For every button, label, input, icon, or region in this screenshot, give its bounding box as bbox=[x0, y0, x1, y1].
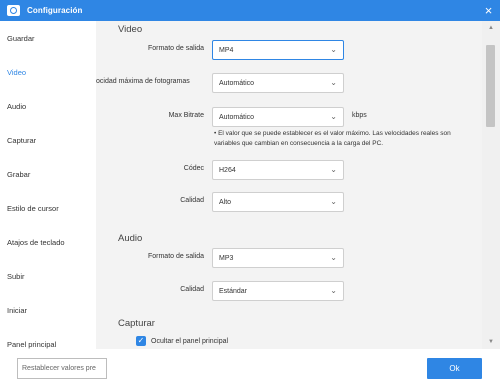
sidebar-item-video[interactable]: Video bbox=[0, 55, 96, 89]
audio-quality-select[interactable]: Estándar ⌄ bbox=[212, 281, 344, 301]
sidebar-item-panel-principal[interactable]: Panel principal bbox=[0, 327, 96, 349]
chevron-down-icon: ⌄ bbox=[330, 112, 337, 121]
video-bitrate-value: Automático bbox=[219, 113, 255, 121]
video-codec-select[interactable]: H264 ⌄ bbox=[212, 160, 344, 180]
scroll-up-arrow-icon[interactable]: ▲ bbox=[482, 21, 500, 35]
sidebar-item-atajos-teclado[interactable]: Atajos de teclado bbox=[0, 225, 96, 259]
audio-format-select[interactable]: MP3 ⌄ bbox=[212, 248, 344, 268]
video-format-value: MP4 bbox=[219, 46, 234, 54]
sidebar-item-capturar[interactable]: Capturar bbox=[0, 123, 96, 157]
chevron-down-icon: ⌄ bbox=[330, 286, 337, 295]
audio-quality-label: Calidad bbox=[180, 286, 204, 293]
video-quality-label: Calidad bbox=[180, 197, 204, 204]
chevron-down-icon: ⌄ bbox=[330, 165, 337, 174]
capture-section-title: Capturar bbox=[118, 318, 155, 329]
video-quality-value: Alto bbox=[219, 198, 232, 206]
video-fps-value: Automático bbox=[219, 79, 255, 87]
reset-defaults-button[interactable]: Restablecer valores pre bbox=[17, 358, 107, 379]
video-section-title: Video bbox=[118, 24, 143, 35]
window-title: Configuración bbox=[27, 6, 83, 15]
video-format-label: Formato de salida bbox=[147, 45, 204, 52]
video-codec-label: Códec bbox=[183, 165, 204, 172]
video-quality-select[interactable]: Alto ⌄ bbox=[212, 192, 344, 212]
video-fps-select[interactable]: Automático ⌄ bbox=[212, 73, 344, 93]
chevron-down-icon: ⌄ bbox=[330, 253, 337, 262]
dialog-footer: Restablecer valores pre Ok bbox=[0, 349, 500, 391]
audio-format-label: Formato de salida bbox=[147, 253, 204, 260]
sidebar-item-audio[interactable]: Audio bbox=[0, 89, 96, 123]
video-fps-label: ocidad máxima de fotogramas bbox=[96, 78, 190, 85]
close-button[interactable]: × bbox=[481, 3, 496, 18]
bitrate-note: • El valor que se puede establecer es el… bbox=[214, 130, 451, 147]
sidebar-item-grabar[interactable]: Grabar bbox=[0, 157, 96, 191]
camera-icon bbox=[7, 5, 20, 16]
settings-content: Video Formato de salida MP4 ⌄ ocidad máx… bbox=[96, 21, 482, 349]
hide-panel-checkbox-row[interactable]: ✓ Ocultar el panel principal bbox=[136, 336, 228, 346]
sidebar-item-subir[interactable]: Subir bbox=[0, 259, 96, 293]
ok-button[interactable]: Ok bbox=[427, 358, 482, 379]
video-format-select[interactable]: MP4 ⌄ bbox=[212, 40, 344, 60]
video-codec-value: H264 bbox=[219, 166, 236, 174]
scroll-thumb[interactable] bbox=[486, 45, 495, 127]
audio-section-title: Audio bbox=[118, 233, 143, 244]
hide-panel-label: Ocultar el panel principal bbox=[151, 337, 229, 345]
content-scrollbar[interactable]: ▲ ▼ bbox=[482, 21, 500, 349]
checkmark-icon[interactable]: ✓ bbox=[136, 336, 146, 346]
scroll-down-arrow-icon[interactable]: ▼ bbox=[482, 335, 500, 349]
settings-sidebar: Guardar Video Audio Capturar Grabar Esti… bbox=[0, 21, 96, 349]
sidebar-item-estilo-cursor[interactable]: Estilo de cursor bbox=[0, 191, 96, 225]
sidebar-item-guardar[interactable]: Guardar bbox=[0, 21, 96, 55]
title-bar: Configuración × bbox=[0, 0, 500, 21]
chevron-down-icon: ⌄ bbox=[330, 78, 337, 87]
audio-format-value: MP3 bbox=[219, 254, 234, 262]
bitrate-unit: kbps bbox=[352, 112, 367, 119]
video-bitrate-select[interactable]: Automático ⌄ bbox=[212, 107, 344, 127]
audio-quality-value: Estándar bbox=[219, 287, 248, 295]
video-bitrate-label: Max Bitrate bbox=[168, 112, 204, 119]
chevron-down-icon: ⌄ bbox=[330, 45, 337, 54]
sidebar-item-iniciar[interactable]: Iniciar bbox=[0, 293, 96, 327]
chevron-down-icon: ⌄ bbox=[330, 197, 337, 206]
